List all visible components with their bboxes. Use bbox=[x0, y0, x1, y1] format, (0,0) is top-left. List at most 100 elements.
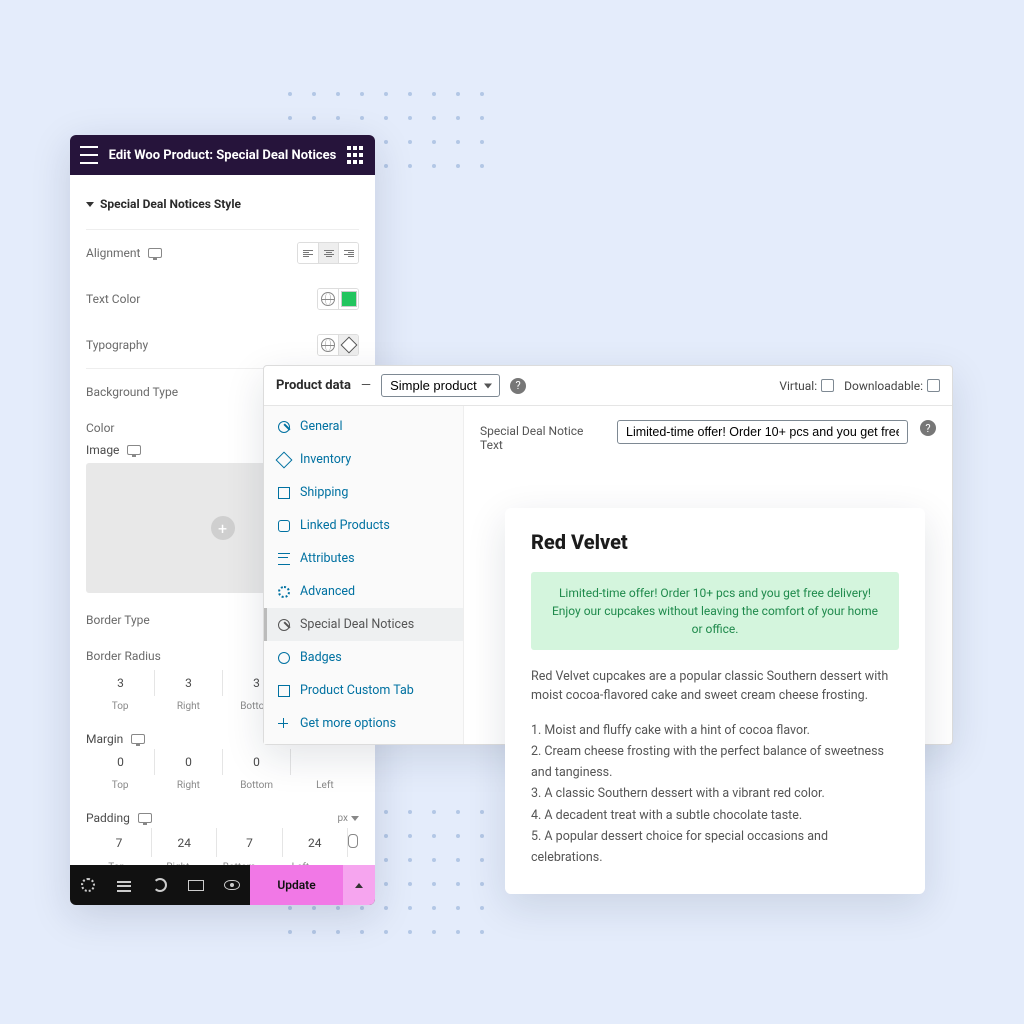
product-description: Red Velvet cupcakes are a popular classi… bbox=[531, 668, 899, 706]
edit-typography-button[interactable] bbox=[338, 335, 358, 355]
help-icon[interactable]: ? bbox=[920, 420, 936, 436]
p-left[interactable]: 24 bbox=[282, 828, 347, 858]
tab-product-custom-tab[interactable]: Product Custom Tab bbox=[264, 674, 463, 707]
dim-labels: TopRightBottomLeft bbox=[86, 780, 359, 791]
badge-icon bbox=[278, 652, 290, 664]
global-typography-button[interactable] bbox=[318, 335, 338, 355]
responsive-icon bbox=[188, 880, 204, 891]
product-preview-card: Red Velvet Limited-time offer! Order 10+… bbox=[505, 508, 925, 894]
m-bottom[interactable]: 0 bbox=[223, 749, 291, 776]
alignment-label: Alignment bbox=[86, 246, 140, 260]
typography-row: Typography bbox=[86, 322, 359, 368]
preview-button[interactable] bbox=[214, 865, 250, 905]
link-icon bbox=[278, 520, 290, 532]
m-right[interactable]: 0 bbox=[155, 749, 223, 776]
product-data-header: Product data — Simple product ? Virtual:… bbox=[264, 366, 952, 406]
plus-icon bbox=[278, 718, 290, 730]
elementor-footer: Update bbox=[70, 865, 375, 905]
p-right[interactable]: 24 bbox=[152, 828, 217, 858]
menu-icon[interactable] bbox=[80, 146, 98, 164]
align-left-button[interactable] bbox=[298, 243, 318, 263]
text-color-swatch[interactable] bbox=[338, 289, 358, 309]
align-right-button[interactable] bbox=[338, 243, 358, 263]
section-toggle[interactable]: Special Deal Notices Style bbox=[86, 187, 359, 230]
tab-advanced[interactable]: Advanced bbox=[264, 575, 463, 608]
update-options-button[interactable] bbox=[343, 865, 375, 905]
product-title: Red Velvet bbox=[531, 530, 899, 554]
pencil-icon bbox=[340, 337, 357, 354]
section-title-text: Special Deal Notices Style bbox=[100, 197, 241, 211]
tab-shipping[interactable]: Shipping bbox=[264, 476, 463, 509]
product-bullets: 1. Moist and fluffy cake with a hint of … bbox=[531, 720, 899, 869]
update-button[interactable]: Update bbox=[250, 865, 343, 905]
wrench-icon bbox=[278, 421, 290, 433]
tag-icon bbox=[276, 451, 293, 468]
p-bottom[interactable]: 7 bbox=[217, 828, 282, 858]
background-type-label: Background Type bbox=[86, 385, 178, 399]
p-top[interactable]: 7 bbox=[87, 828, 152, 858]
navigator-button[interactable] bbox=[106, 865, 142, 905]
image-label: Image bbox=[86, 443, 119, 457]
elementor-header: Edit Woo Product: Special Deal Notices bbox=[70, 135, 375, 175]
help-icon[interactable]: ? bbox=[510, 378, 526, 394]
responsive-icon[interactable] bbox=[131, 734, 145, 744]
tab-badges[interactable]: Badges bbox=[264, 641, 463, 674]
history-icon bbox=[153, 878, 167, 892]
chevron-up-icon bbox=[355, 883, 363, 888]
gear-icon bbox=[81, 878, 95, 892]
bullet: 1. Moist and fluffy cake with a hint of … bbox=[531, 720, 899, 741]
bullet: 3. A classic Southern dessert with a vib… bbox=[531, 783, 899, 804]
color-swatch-icon bbox=[341, 291, 357, 307]
align-center-button[interactable] bbox=[318, 243, 338, 263]
tab-attributes[interactable]: Attributes bbox=[264, 542, 463, 575]
layers-icon bbox=[117, 878, 131, 892]
alignment-row: Alignment bbox=[86, 230, 359, 276]
product-type-select[interactable]: Simple product bbox=[381, 374, 500, 397]
responsive-button[interactable] bbox=[178, 865, 214, 905]
add-image-icon: + bbox=[211, 516, 235, 540]
m-top[interactable]: 0 bbox=[87, 749, 155, 776]
tab-general[interactable]: General bbox=[264, 410, 463, 443]
notice-text-input[interactable] bbox=[617, 420, 908, 444]
text-color-row: Text Color bbox=[86, 276, 359, 322]
bullet: 5. A popular dessert choice for special … bbox=[531, 826, 899, 869]
typography-label: Typography bbox=[86, 338, 148, 352]
text-color-label: Text Color bbox=[86, 292, 140, 306]
downloadable-checkbox-label: Downloadable: bbox=[844, 379, 940, 393]
downloadable-checkbox[interactable] bbox=[927, 379, 940, 392]
br-top[interactable]: 3 bbox=[87, 670, 155, 697]
responsive-icon[interactable] bbox=[148, 248, 162, 258]
settings-button[interactable] bbox=[70, 865, 106, 905]
br-right[interactable]: 3 bbox=[155, 670, 223, 697]
border-type-label: Border Type bbox=[86, 613, 150, 627]
tab-inventory[interactable]: Inventory bbox=[264, 443, 463, 476]
product-data-tabs: General Inventory Shipping Linked Produc… bbox=[264, 406, 464, 744]
padding-inputs: 7 24 7 24 bbox=[86, 827, 359, 858]
bullet: 4. A decadent treat with a subtle chocol… bbox=[531, 805, 899, 826]
link-icon bbox=[348, 834, 358, 848]
padding-unit-select[interactable]: px bbox=[337, 813, 359, 824]
tab-icon bbox=[278, 685, 290, 697]
bullet: 2. Cream cheese frosting with the perfec… bbox=[531, 741, 899, 784]
responsive-icon[interactable] bbox=[127, 445, 141, 455]
list-icon bbox=[278, 553, 290, 565]
m-left[interactable] bbox=[291, 749, 359, 776]
padding-link-toggle[interactable] bbox=[348, 828, 359, 858]
tab-linked-products[interactable]: Linked Products bbox=[264, 509, 463, 542]
tab-get-more-options[interactable]: Get more options bbox=[264, 707, 463, 740]
history-button[interactable] bbox=[142, 865, 178, 905]
globe-icon bbox=[321, 338, 335, 352]
globe-icon bbox=[321, 292, 335, 306]
product-data-title: Product data bbox=[276, 378, 351, 393]
tab-special-deal-notices[interactable]: Special Deal Notices bbox=[264, 608, 463, 641]
wrench-icon bbox=[278, 619, 290, 631]
margin-label: Margin bbox=[86, 732, 123, 746]
global-color-button[interactable] bbox=[318, 289, 338, 309]
special-deal-notice: Limited-time offer! Order 10+ pcs and yo… bbox=[531, 572, 899, 650]
chevron-down-icon bbox=[351, 816, 359, 821]
padding-label: Padding bbox=[86, 811, 130, 825]
truck-icon bbox=[278, 487, 290, 499]
widgets-grid-icon[interactable] bbox=[347, 146, 365, 164]
responsive-icon[interactable] bbox=[138, 813, 152, 823]
virtual-checkbox[interactable] bbox=[821, 379, 834, 392]
